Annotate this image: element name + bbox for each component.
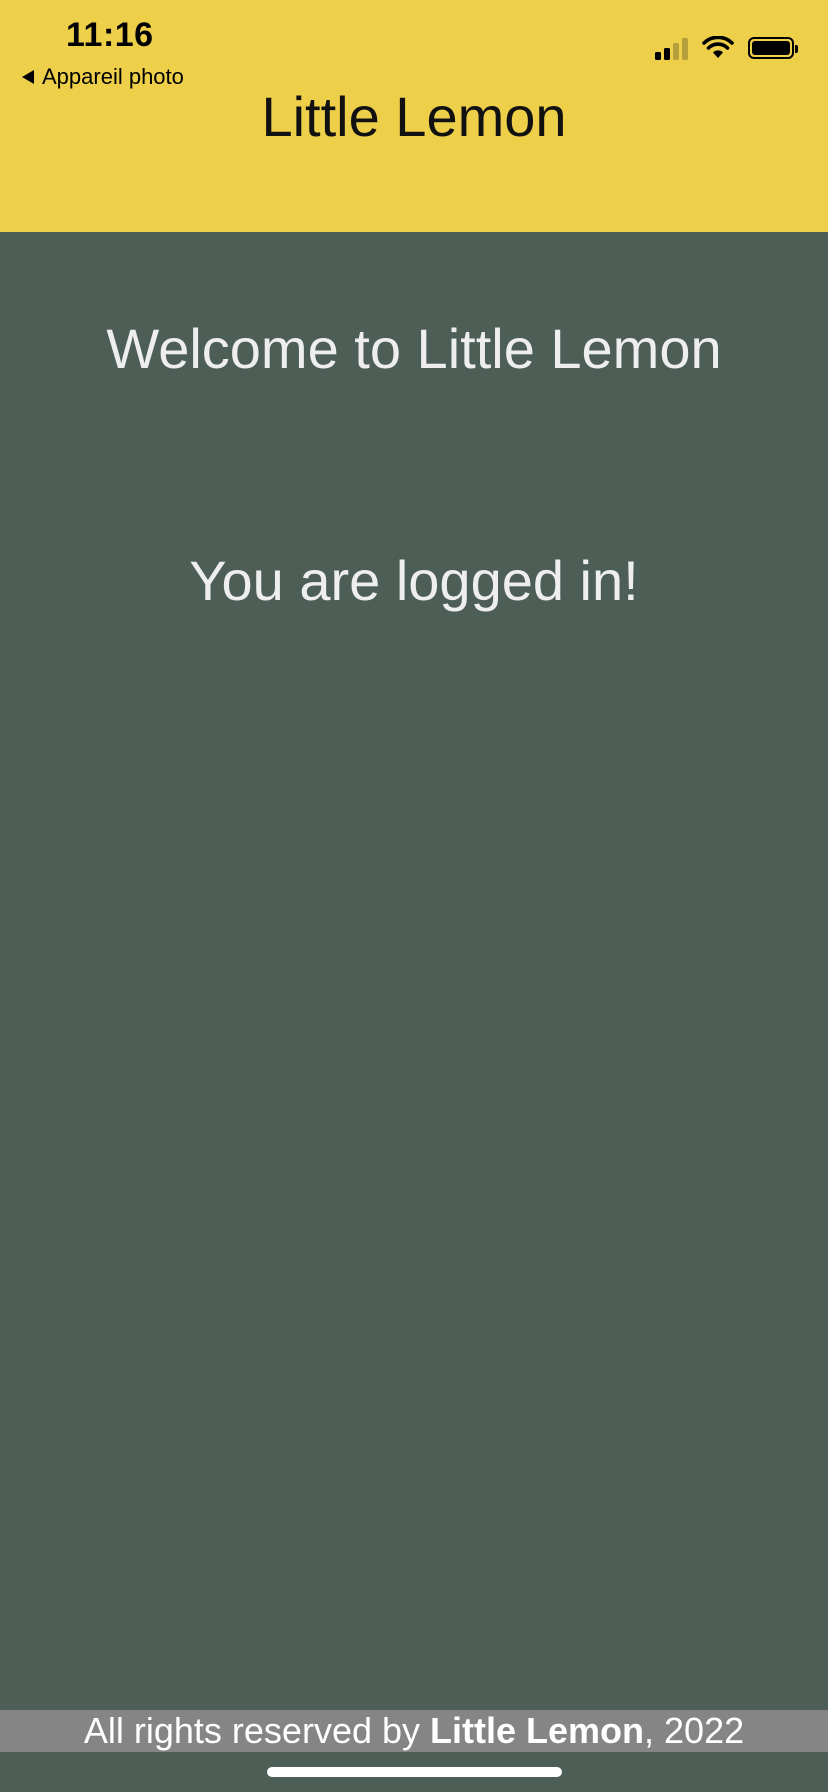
footer: All rights reserved by Little Lemon, 202…	[0, 1710, 828, 1752]
login-status-message: You are logged in!	[189, 549, 639, 612]
home-indicator[interactable]	[267, 1767, 562, 1777]
footer-brand: Little Lemon	[430, 1710, 645, 1751]
app-screen: 11:16 Appareil photo Little Lemon Welcom…	[0, 0, 828, 1792]
welcome-heading: Welcome to Little Lemon	[106, 317, 722, 380]
header-bar: 11:16 Appareil photo Little Lemon	[0, 0, 828, 232]
status-time: 11:16	[66, 16, 154, 54]
wifi-icon	[702, 36, 734, 58]
app-title: Little Lemon	[261, 85, 567, 148]
back-arrow-icon	[22, 70, 34, 84]
footer-suffix: , 2022	[644, 1710, 745, 1751]
cellular-signal-icon	[655, 36, 688, 60]
battery-icon	[748, 37, 798, 59]
footer-prefix: All rights reserved by	[83, 1710, 431, 1751]
status-icons	[655, 36, 798, 60]
